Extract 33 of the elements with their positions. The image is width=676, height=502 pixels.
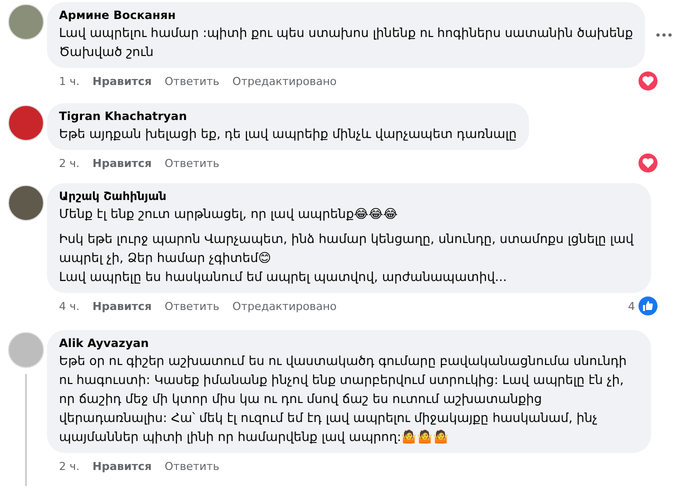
like-link[interactable]: Нравится — [92, 74, 152, 88]
comment-text: Լավ ապրելը ես հասկանում եմ ապրել պատվով, արժանապատիվ... — [59, 268, 508, 286]
author-name[interactable]: Tigran Khachatryan — [59, 109, 517, 123]
comment-text: Ծախված շուն — [59, 43, 155, 61]
reply-link[interactable]: Ответить — [164, 300, 220, 312]
thumbs-up-reaction-icon[interactable] — [638, 296, 658, 316]
comment-time[interactable]: 4 ч. — [59, 300, 80, 312]
avatar[interactable] — [8, 4, 44, 40]
like-link[interactable]: Нравится — [92, 156, 152, 170]
heart-reaction-icon[interactable] — [638, 153, 658, 173]
comment-time[interactable]: 2 ч. — [59, 156, 80, 170]
comment-text: Մենք էլ ենք շուտ արթնացել, որ լավ ապրենք😂😂😂 — [59, 205, 399, 223]
edited-label: Отредактировано — [232, 300, 337, 312]
reply-link[interactable]: Ответить — [164, 74, 220, 88]
author-name[interactable]: Alik Ayvazyan — [59, 336, 639, 350]
reply-link[interactable]: Ответить — [164, 460, 220, 472]
author-name[interactable]: Արշակ Շահինյան — [59, 189, 639, 203]
like-link[interactable]: Нравится — [92, 460, 152, 472]
comment-time[interactable]: 2 ч. — [59, 460, 80, 472]
edited-label: Отредактировано — [232, 74, 337, 88]
like-link[interactable]: Нравится — [92, 300, 152, 312]
comment-text: Իսկ եթե լուրջ պարոն Վարչապետ, ինձ համար կենցաղը, սնունդը, ստամոքս լցնելը լավ ապրել չի, Ձեր համար չգիտեմ😊 — [59, 230, 635, 267]
more-options-icon[interactable] — [656, 33, 672, 37]
heart-reaction-icon[interactable] — [638, 71, 658, 91]
avatar[interactable] — [8, 105, 44, 141]
comment-time[interactable]: 1 ч. — [59, 74, 80, 88]
reply-link[interactable]: Ответить — [164, 156, 220, 170]
reaction-count: 4 — [628, 300, 635, 312]
comment-text: Եթե օր ու գիշեր աշխատում ես ու վաստակածդ գումարը բավականացնումա սնունդի ու հագուստի: Կասեք իմանանք ինչով ենք տարբերվում ստրուկից: Լավ ապրելը էն չի, որ ճաշիդ մեջ մի կտոր միս կա ու դու մսով ճաշ ես ուտում աշխատանքից վերադառնալիս: Հա՝ մեկ էլ ուզում եմ էդ լավ ապրելու միջակայքը հասկանամ, ինչ պայմաններ պիտի լինի որ համարվենք լավ ապրող:🤷🤷🤷 — [59, 352, 628, 446]
avatar[interactable] — [8, 185, 44, 221]
comment-text: Եթե այդքան խելացի եք, դե լավ ապրեիք մինչև վարչապետ դառնալը — [59, 125, 517, 143]
author-name[interactable]: Армине Восканян — [59, 8, 633, 22]
comment-text: Լավ ապրելու համար :պիտի քու պես ստախոս լինենք ու հոգիներս սատանին ծախենք — [59, 24, 633, 42]
